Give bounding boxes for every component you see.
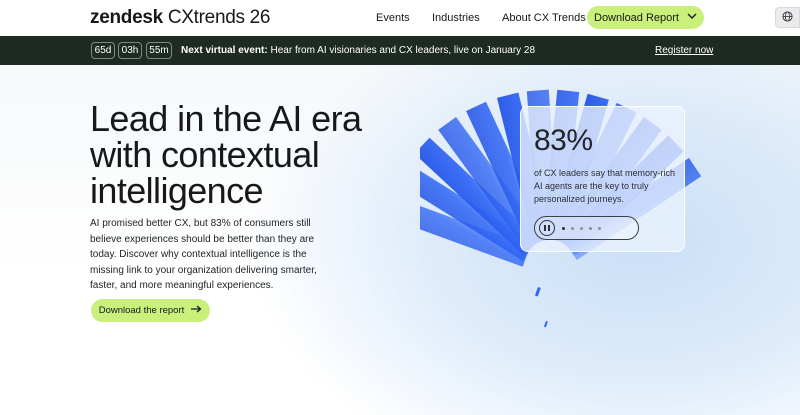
headline-line: with contextual — [90, 134, 320, 175]
logo[interactable]: zendesk CXtrends 26 — [90, 7, 271, 29]
fan-shard — [534, 287, 541, 297]
fan-shard — [543, 320, 548, 328]
event-text: Hear from AI visionaries and CX leaders,… — [270, 45, 536, 56]
event-banner: 65d 03h 55m Next virtual event: Hear fro… — [0, 36, 800, 65]
hero: Lead in the AI era with contextual intel… — [0, 65, 800, 415]
stat-caption: of CX leaders say that memory-rich AI ag… — [534, 168, 676, 204]
pause-icon[interactable] — [539, 220, 555, 236]
download-report-button[interactable]: Download Report — [587, 6, 704, 29]
download-report-label: Download Report — [594, 11, 679, 24]
nav-link-industries[interactable]: Industries — [432, 11, 480, 25]
logo-brand: zendesk — [90, 7, 163, 28]
carousel-dot[interactable] — [598, 227, 601, 230]
nav-link-about[interactable]: About CX Trends — [502, 11, 586, 25]
headline-line: Lead in the AI era — [90, 98, 362, 139]
carousel-dot[interactable] — [589, 227, 592, 230]
countdown-hours: 03h — [118, 42, 142, 59]
carousel-dot[interactable] — [571, 227, 574, 230]
stat-value: 83% — [534, 124, 593, 157]
stat-card: 83% of CX leaders say that memory-rich A… — [520, 106, 685, 252]
download-the-report-button[interactable]: Download the report — [91, 299, 210, 322]
globe-icon — [782, 9, 793, 27]
arrow-right-icon — [191, 305, 202, 316]
carousel-dot[interactable] — [562, 227, 565, 230]
hero-description: AI promised better CX, but 83% of consum… — [90, 218, 317, 291]
carousel-controls — [534, 216, 639, 240]
chevron-down-icon — [687, 13, 697, 23]
download-the-report-label: Download the report — [98, 305, 185, 316]
event-label: Next virtual event: — [181, 45, 268, 56]
language-button[interactable] — [775, 7, 800, 28]
countdown-minutes: 55m — [146, 42, 172, 59]
event-announcement: Next virtual event: Hear from AI visiona… — [181, 44, 535, 57]
nav-link-events[interactable]: Events — [376, 11, 410, 25]
logo-product: CXtrends 26 — [167, 7, 271, 28]
carousel-dot[interactable] — [580, 227, 583, 230]
headline-line: intelligence — [90, 170, 264, 211]
top-nav: zendesk CXtrends 26 Events Industries Ab… — [0, 0, 800, 36]
countdown-days: 65d — [91, 42, 115, 59]
register-now-link[interactable]: Register now — [655, 44, 713, 57]
page-title: Lead in the AI era with contextual intel… — [90, 101, 390, 209]
